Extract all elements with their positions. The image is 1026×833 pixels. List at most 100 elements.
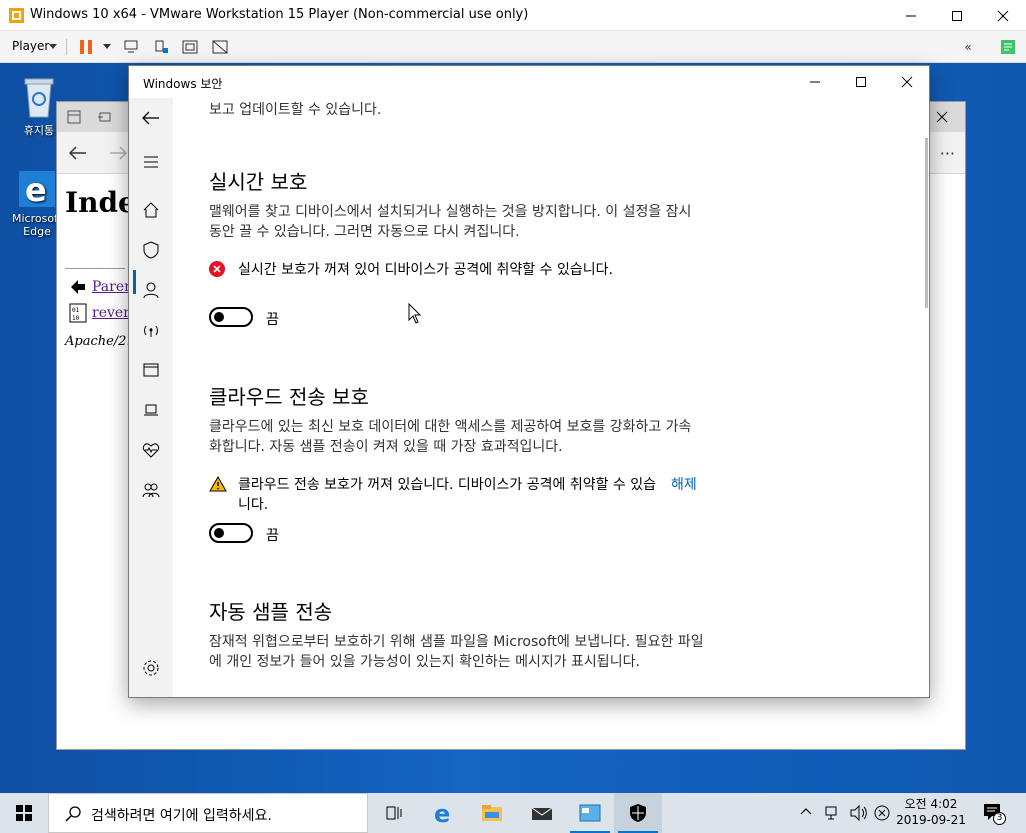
taskbar-windows-security[interactable] xyxy=(614,793,662,833)
svg-text:e: e xyxy=(434,801,450,825)
top-partial-text: 보고 업데이트할 수 있습니다. xyxy=(209,102,382,118)
no-network-icon[interactable] xyxy=(874,805,890,821)
forward-arrow-icon[interactable] xyxy=(109,146,127,160)
notes-button[interactable] xyxy=(998,37,1018,57)
player-menu-button[interactable]: Player xyxy=(12,39,49,53)
cloud-warning-dismiss-link[interactable]: 해제 xyxy=(671,475,697,495)
content-scrollbar[interactable] xyxy=(925,138,928,308)
mail-icon xyxy=(531,807,553,820)
svg-text:10: 10 xyxy=(72,315,80,322)
network-icon[interactable] xyxy=(825,805,841,821)
removable-devices-button[interactable] xyxy=(152,37,172,57)
nav-family-options[interactable] xyxy=(139,478,163,502)
computer-arrow-icon xyxy=(124,40,138,53)
nav-home[interactable] xyxy=(139,198,163,222)
nav-device-security[interactable] xyxy=(139,398,163,422)
note-icon xyxy=(1001,40,1015,54)
realtime-protection-description: 맬웨어를 찾고 디바이스에서 설치되거나 실행하는 것을 방지합니다. 이 설정… xyxy=(209,204,692,240)
toggle-knob xyxy=(214,528,224,538)
cloud-toggle-state: 끔 xyxy=(266,528,279,544)
laptop-icon xyxy=(144,404,158,416)
back-arrow-icon xyxy=(142,111,159,125)
clock-date[interactable]: 2019-09-21 xyxy=(896,813,966,827)
realtime-protection-heading: 실시간 보호 xyxy=(209,170,308,194)
home-icon xyxy=(143,202,159,218)
vm-maximize-button[interactable] xyxy=(934,0,980,31)
edge-shortcut[interactable]: e Microsoft Edge xyxy=(12,169,62,238)
nav-device-health[interactable] xyxy=(139,438,163,462)
double-chevron-left-icon: « xyxy=(964,40,972,54)
wireless-icon xyxy=(144,325,158,337)
back-arrow-icon[interactable] xyxy=(69,146,87,160)
shield-icon xyxy=(630,804,646,822)
app-window-icon xyxy=(579,804,601,822)
realtime-toggle-state: 끔 xyxy=(266,312,279,328)
vmware-logo-icon xyxy=(9,8,24,23)
nav-virus-protection[interactable] xyxy=(139,238,163,262)
chevron-up-icon[interactable] xyxy=(800,807,812,815)
volume-icon[interactable] xyxy=(850,805,868,821)
start-button[interactable] xyxy=(0,793,48,833)
pause-dropdown-icon[interactable] xyxy=(103,44,111,49)
nav-settings[interactable] xyxy=(139,656,163,680)
back-button[interactable] xyxy=(139,106,163,130)
windows-security-window: Windows 보안 보고 업데이트할 수 있습니다. 실시간 보호 맬웨어를 … xyxy=(128,65,930,698)
recycle-bin-icon xyxy=(24,78,54,118)
minimize-icon xyxy=(906,15,916,16)
active-nav-indicator xyxy=(133,270,136,294)
gear-icon xyxy=(143,660,159,676)
toolbar-separator xyxy=(66,39,67,55)
hamburger-menu-icon xyxy=(144,156,158,168)
taskbar-search-box[interactable]: 검색하려면 여기에 입력하세요. xyxy=(48,793,368,833)
more-options-icon[interactable]: ··· xyxy=(940,144,955,163)
windows-logo-icon xyxy=(16,805,32,821)
fullscreen-icon xyxy=(182,40,198,54)
cloud-protection-toggle[interactable] xyxy=(209,523,253,543)
security-nav-rail xyxy=(129,98,173,697)
server-signature: Apache/2. xyxy=(65,334,131,349)
task-view-button[interactable] xyxy=(370,793,418,833)
binary-file-icon: 0110 xyxy=(69,303,87,323)
vmware-toolbar: Player « xyxy=(0,31,1026,63)
send-ctrl-alt-del-button[interactable] xyxy=(122,37,142,57)
security-close-button[interactable] xyxy=(884,66,929,98)
nav-app-browser-control[interactable] xyxy=(139,358,163,382)
app-window-icon xyxy=(143,363,159,377)
vm-minimize-button[interactable] xyxy=(888,0,934,31)
realtime-warning-text: 실시간 보호가 꺼져 있어 디바이스가 공격에 취약할 수 있습니다. xyxy=(238,262,613,278)
warning-icon xyxy=(209,476,227,492)
taskbar-file-explorer[interactable] xyxy=(468,793,516,833)
edge-label-line1: Microsoft xyxy=(12,212,63,225)
fullscreen-button[interactable] xyxy=(180,37,200,57)
pause-button[interactable] xyxy=(76,37,96,57)
vm-close-button[interactable] xyxy=(980,0,1026,31)
clock-time[interactable]: 오전 4:02 xyxy=(896,795,966,812)
maximize-icon xyxy=(856,77,866,87)
set-aside-tabs-icon[interactable] xyxy=(97,110,111,124)
vmware-title-bar: Windows 10 x64 - VMware Workstation 15 P… xyxy=(0,0,1026,31)
security-minimize-button[interactable] xyxy=(792,66,838,98)
nav-firewall-network[interactable] xyxy=(139,318,163,342)
action-center-button[interactable]: 3 xyxy=(982,801,1006,825)
nav-account-protection[interactable] xyxy=(139,278,163,302)
collapse-toolbar-button[interactable]: « xyxy=(958,37,978,57)
shield-icon xyxy=(143,241,159,259)
taskbar-mail[interactable] xyxy=(518,793,566,833)
toggle-knob xyxy=(214,312,224,322)
search-icon xyxy=(65,806,81,822)
vmware-window-title: Windows 10 x64 - VMware Workstation 15 P… xyxy=(30,7,529,22)
person-icon xyxy=(143,282,159,299)
page-divider xyxy=(65,268,125,269)
tab-preview-icon[interactable] xyxy=(67,110,81,124)
taskbar-app-window[interactable] xyxy=(566,793,614,833)
security-maximize-button[interactable] xyxy=(838,66,884,98)
unity-icon xyxy=(212,40,228,54)
unity-button[interactable] xyxy=(210,37,230,57)
error-icon xyxy=(209,261,225,277)
taskbar-edge[interactable]: e xyxy=(420,793,468,833)
menu-button[interactable] xyxy=(139,150,163,174)
sample-submission-description: 잠재적 위협으로부터 보호하기 위해 샘플 파일을 Microsoft에 보냅니… xyxy=(209,634,704,670)
search-placeholder: 검색하려면 여기에 입력하세요. xyxy=(91,808,272,824)
folder-icon xyxy=(482,805,502,821)
realtime-protection-toggle[interactable] xyxy=(209,307,253,327)
